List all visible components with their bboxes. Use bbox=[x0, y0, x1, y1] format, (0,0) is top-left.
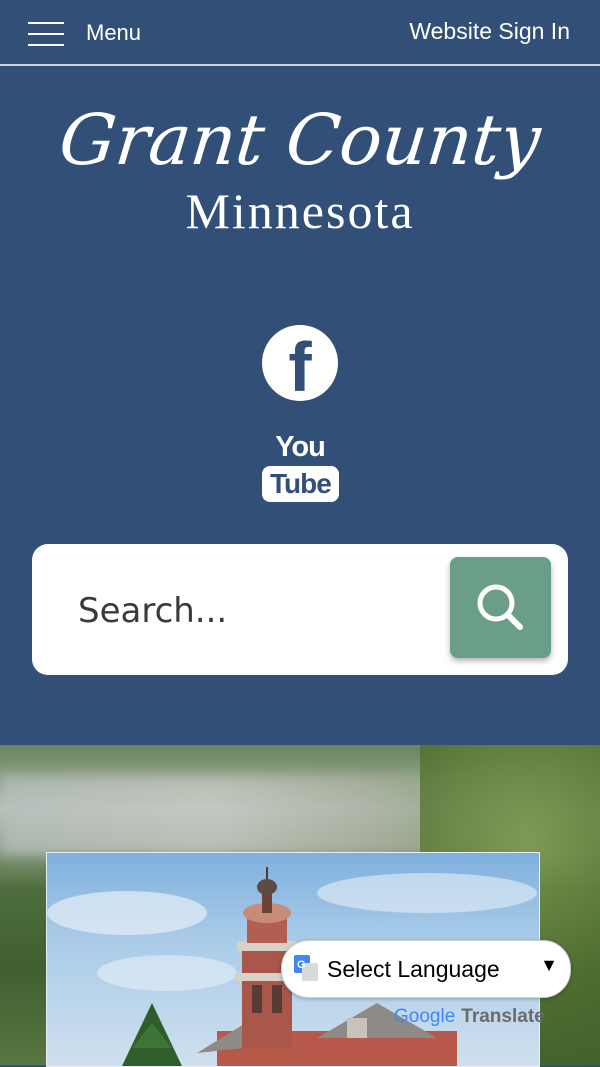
language-select-value: Select Language bbox=[327, 956, 500, 982]
youtube-tube-text: Tube bbox=[262, 466, 339, 502]
youtube-icon[interactable]: You Tube bbox=[262, 430, 339, 506]
chevron-down-icon: ▼ bbox=[540, 955, 558, 975]
menu-button[interactable]: Menu bbox=[28, 16, 141, 50]
site-logo[interactable]: Grant County Minnesota bbox=[0, 99, 600, 239]
search-button[interactable] bbox=[450, 557, 551, 658]
svg-text:G: G bbox=[297, 959, 306, 971]
hamburger-icon[interactable] bbox=[28, 20, 64, 46]
powered-by-google-translate[interactable]: Google Translate bbox=[394, 1006, 545, 1028]
google-logo-text: Google bbox=[394, 1006, 456, 1027]
top-navigation-bar: Menu Website Sign In bbox=[0, 0, 600, 66]
menu-label[interactable]: Menu bbox=[86, 20, 141, 46]
logo-county-name: Grant County bbox=[55, 99, 545, 181]
search-input[interactable] bbox=[76, 574, 440, 648]
search-box bbox=[32, 544, 568, 675]
facebook-glyph: f bbox=[288, 328, 312, 406]
google-translate-icon: G bbox=[294, 955, 318, 981]
youtube-you-text: You bbox=[275, 431, 326, 463]
search-icon bbox=[477, 584, 523, 630]
website-sign-in-link[interactable]: Website Sign In bbox=[409, 18, 570, 45]
translate-link-text: Translate bbox=[461, 1006, 545, 1027]
facebook-icon[interactable]: f bbox=[262, 325, 338, 405]
logo-state-name: Minnesota bbox=[185, 183, 415, 239]
language-select[interactable]: G Select Language ▼ bbox=[281, 940, 571, 998]
